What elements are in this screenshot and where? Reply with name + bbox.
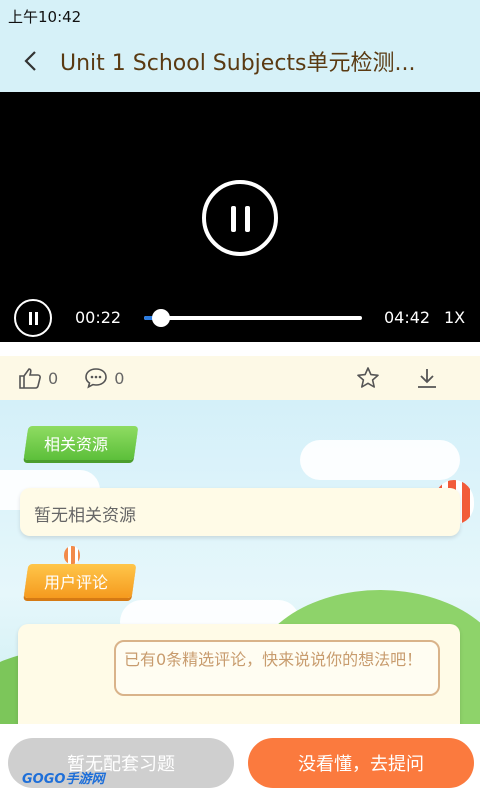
cloud-decoration: [300, 440, 460, 480]
current-time: 00:22: [75, 308, 122, 327]
star-icon: [357, 367, 380, 388]
bottom-bar: 暂无配套习题 没看懂，去提问 GOGO手游网: [0, 724, 480, 800]
comment-button[interactable]: 0: [84, 367, 124, 389]
related-resources-empty: 暂无相关资源: [20, 488, 460, 536]
speed-button[interactable]: 1X: [444, 308, 465, 327]
like-count: 0: [48, 368, 59, 388]
back-button[interactable]: [0, 30, 60, 92]
thumbs-up-icon: [19, 368, 41, 389]
duration: 04:42: [384, 308, 431, 327]
pause-button[interactable]: [14, 299, 52, 337]
ask-question-button[interactable]: 没看懂，去提问: [248, 738, 474, 788]
chevron-left-icon: [24, 51, 36, 71]
user-comments-tag: 用户评论: [23, 564, 137, 598]
balloon-decoration: [64, 546, 80, 564]
slider-handle[interactable]: [152, 309, 170, 327]
status-time: 上午10:42: [8, 8, 82, 26]
video-player[interactable]: 00:22 04:42 1X: [0, 92, 480, 342]
comment-prompt[interactable]: 已有0条精选评论，快来说说你的想法吧！: [114, 640, 440, 696]
download-icon: [418, 369, 437, 388]
related-resources-tag: 相关资源: [23, 426, 139, 460]
comment-count: 0: [114, 368, 125, 388]
content-area: 相关资源 暂无相关资源 用户评论 已有0条精选评论，快来说说你的想法吧！: [0, 400, 480, 724]
download-button[interactable]: [416, 367, 444, 389]
status-bar: 上午10:42: [0, 0, 480, 30]
comments-card: 已有0条精选评论，快来说说你的想法吧！: [18, 624, 460, 724]
progress-slider[interactable]: [144, 309, 362, 327]
page-title: Unit 1 School Subjects单元检测...: [60, 51, 416, 76]
pause-icon[interactable]: [202, 180, 278, 256]
comment-icon: [85, 368, 107, 389]
like-button[interactable]: 0: [18, 367, 58, 389]
watermark-logo: GOGO手游网: [22, 772, 105, 787]
favorite-button[interactable]: [356, 366, 386, 390]
action-bar: 0 0: [0, 356, 480, 400]
header: Unit 1 School Subjects单元检测...: [0, 30, 480, 92]
